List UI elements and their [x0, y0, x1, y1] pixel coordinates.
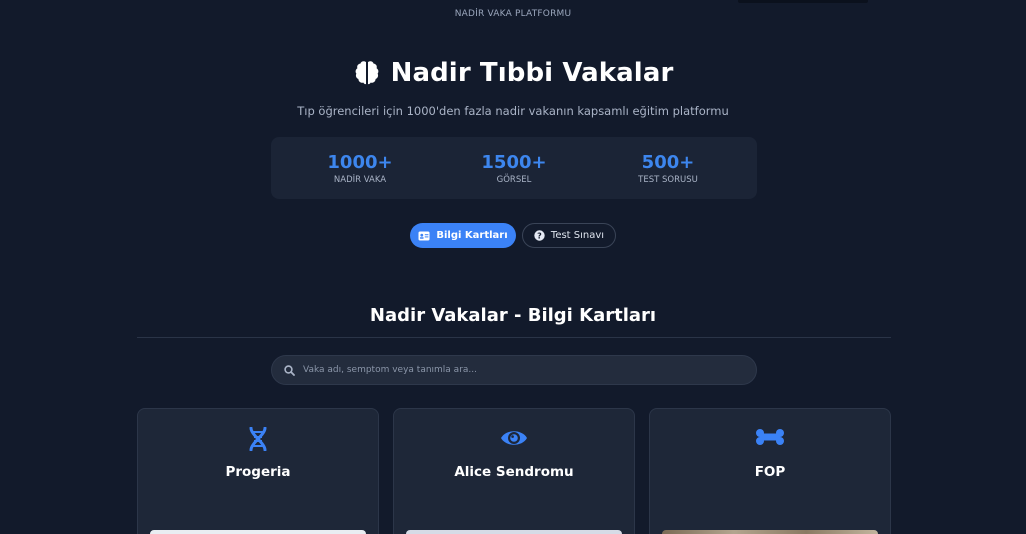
quiz-button[interactable]: ? Test Sınavı [522, 223, 616, 248]
case-cards: Progeria Alice Sendromu FOP [137, 408, 891, 534]
card-image [150, 530, 366, 534]
mode-switch: Bilgi Kartları ? Test Sınavı [0, 223, 1026, 248]
search-input[interactable] [303, 365, 743, 375]
stat-label: GÖRSEL [496, 175, 532, 185]
stat-cases: 1000+ NADİR VAKA [318, 137, 402, 199]
stats-panel: 1000+ NADİR VAKA 1500+ GÖRSEL 500+ TEST … [271, 137, 757, 199]
stat-label: TEST SORUSU [638, 175, 698, 185]
card-image [406, 530, 622, 534]
card-title: Alice Sendromu [454, 464, 574, 480]
stat-value: 1000+ [327, 152, 393, 173]
page-title: Nadir Tıbbi Vakalar [390, 58, 674, 88]
stat-images: 1500+ GÖRSEL [472, 137, 556, 199]
bone-icon [756, 429, 784, 445]
search-bar [271, 355, 757, 385]
id-card-icon [418, 231, 430, 240]
eye-icon [501, 431, 527, 445]
page-subtitle: Tıp öğrencileri için 1000'den fazla nadi… [297, 104, 729, 118]
platform-label: NADİR VAKA PLATFORMU [454, 9, 572, 19]
stat-value: 1500+ [481, 152, 547, 173]
card-title: Progeria [225, 464, 291, 480]
flashcards-label: Bilgi Kartları [436, 230, 508, 241]
section-title: Nadir Vakalar - Bilgi Kartları [369, 305, 657, 326]
stat-value: 500+ [641, 152, 695, 173]
hero-title: Nadir Tıbbi Vakalar [0, 58, 1026, 88]
dna-icon [249, 427, 267, 451]
svg-text:?: ? [537, 231, 542, 240]
brain-icon [355, 61, 378, 85]
case-card-fop[interactable]: FOP [649, 408, 891, 534]
stat-label: NADİR VAKA [333, 175, 387, 185]
quiz-label: Test Sınavı [550, 230, 605, 241]
card-image [662, 530, 878, 534]
stat-questions: 500+ TEST SORUSU [626, 137, 710, 199]
case-card-alice-sendromu[interactable]: Alice Sendromu [393, 408, 635, 534]
case-card-progeria[interactable]: Progeria [137, 408, 379, 534]
card-title: FOP [754, 464, 786, 480]
top-strip [738, 0, 868, 3]
search-icon [284, 364, 295, 376]
section-divider [137, 337, 891, 338]
question-circle-icon: ? [534, 230, 545, 241]
flashcards-button[interactable]: Bilgi Kartları [410, 223, 516, 248]
